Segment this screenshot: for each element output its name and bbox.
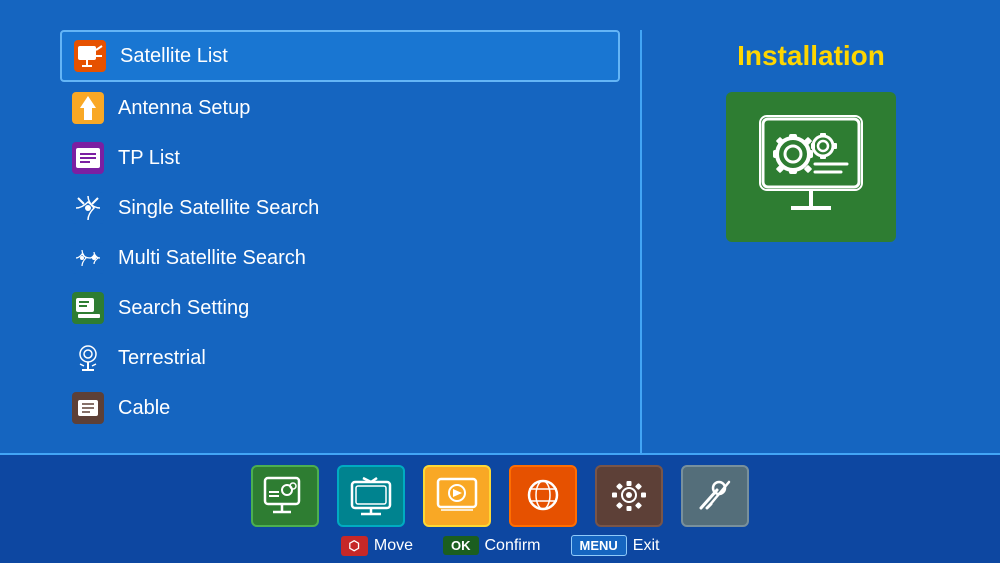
app-icon-settings[interactable]: [251, 465, 319, 527]
confirm-label: Confirm: [485, 537, 541, 555]
menu-badge: MENU: [571, 535, 627, 556]
menu-item-single-satellite-search[interactable]: Single Satellite Search: [60, 184, 620, 232]
section-title: Installation: [737, 40, 885, 72]
app-icon-gear[interactable]: [595, 465, 663, 527]
confirm-control: OK Confirm: [443, 536, 541, 555]
installation-icon-svg: [751, 112, 871, 222]
multi-satellite-search-label: Multi Satellite Search: [118, 247, 306, 270]
search-setting-icon: [72, 292, 104, 324]
single-satellite-search-label: Single Satellite Search: [118, 197, 319, 220]
tp-list-label: TP List: [118, 147, 180, 170]
app-icon-media[interactable]: [423, 465, 491, 527]
move-badge: ⬡: [341, 536, 368, 556]
cable-icon: [72, 392, 104, 424]
menu-item-multi-satellite-search[interactable]: Multi Satellite Search: [60, 234, 620, 282]
tp-list-icon: [72, 142, 104, 174]
menu-list: Satellite List Antenna Setup: [60, 30, 620, 432]
ok-badge: OK: [443, 536, 479, 555]
antenna-setup-label: Antenna Setup: [118, 97, 250, 120]
app-icon-tv[interactable]: [337, 465, 405, 527]
exit-control: MENU Exit: [571, 535, 660, 556]
menu-item-satellite-list[interactable]: Satellite List: [60, 30, 620, 82]
terrestrial-icon: [72, 342, 104, 374]
move-control: ⬡ Move: [341, 536, 413, 556]
exit-label: Exit: [633, 537, 660, 555]
menu-item-antenna-setup[interactable]: Antenna Setup: [60, 84, 620, 132]
feature-icon-box: [726, 92, 896, 242]
satellite-list-icon: [74, 40, 106, 72]
search-setting-label: Search Setting: [118, 297, 249, 320]
app-icon-globe[interactable]: [509, 465, 577, 527]
menu-item-cable[interactable]: Cable: [60, 384, 620, 432]
bottom-bar: ⬡ Move OK Confirm MENU Exit: [0, 453, 1000, 563]
cable-label: Cable: [118, 397, 170, 420]
satellite-list-label: Satellite List: [120, 45, 228, 68]
antenna-icon: [72, 92, 104, 124]
app-icons-row: [251, 455, 749, 527]
move-label: Move: [374, 537, 413, 555]
controls-row: ⬡ Move OK Confirm MENU Exit: [341, 535, 660, 556]
menu-item-search-setting[interactable]: Search Setting: [60, 284, 620, 332]
app-icon-tools[interactable]: [681, 465, 749, 527]
single-satellite-icon: [72, 192, 104, 224]
menu-item-tp-list[interactable]: TP List: [60, 134, 620, 182]
multi-satellite-icon: [72, 242, 104, 274]
menu-item-terrestrial[interactable]: Terrestrial: [60, 334, 620, 382]
terrestrial-label: Terrestrial: [118, 347, 206, 370]
